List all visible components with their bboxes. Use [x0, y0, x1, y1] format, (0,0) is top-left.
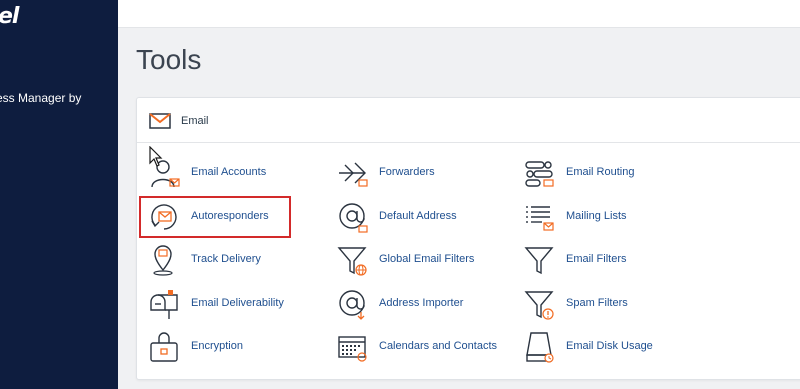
tool-label: Email Disk Usage	[566, 340, 653, 352]
tool-email-disk-usage[interactable]: Email Disk Usage	[524, 329, 664, 365]
tool-track-delivery[interactable]: Track Delivery	[149, 242, 289, 278]
tool-label: Address Importer	[379, 297, 464, 309]
mouse-cursor-icon	[149, 146, 163, 167]
calendar-icon	[338, 336, 367, 362]
at-sign-icon	[339, 203, 368, 233]
tool-email-deliverability[interactable]: Email Deliverability	[149, 286, 289, 322]
sidebar-brand-text: ess Manager by	[0, 91, 82, 105]
tool-global-email-filters[interactable]: Global Email Filters	[337, 242, 477, 278]
tool-calendars-and-contacts[interactable]: Calendars and Contacts	[337, 329, 497, 365]
tool-label: Encryption	[191, 340, 243, 352]
spam-filter-icon	[524, 291, 554, 320]
top-bar	[118, 0, 800, 28]
tool-encryption[interactable]: Encryption	[149, 329, 289, 365]
tool-label: Global Email Filters	[379, 253, 475, 265]
tool-label: Email Deliverability	[191, 297, 284, 309]
tool-default-address[interactable]: Default Address	[337, 199, 477, 235]
tool-spam-filters[interactable]: Spam Filters	[524, 286, 664, 322]
sidebar: el ess Manager by	[0, 0, 118, 389]
tool-label: Default Address	[379, 210, 457, 222]
at-import-icon	[339, 290, 365, 320]
filter-icon	[524, 247, 554, 275]
autoresponders-highlight-box	[139, 196, 291, 238]
tool-label: Spam Filters	[566, 297, 628, 309]
tool-address-importer[interactable]: Address Importer	[337, 286, 477, 322]
tool-label: Forwarders	[379, 166, 435, 178]
disk-usage-icon	[526, 332, 554, 363]
tool-email-routing[interactable]: Email Routing	[524, 155, 664, 191]
globe-filter-icon	[337, 247, 367, 276]
routing-icon	[525, 161, 554, 187]
tool-mailing-lists[interactable]: Mailing Lists	[524, 199, 664, 235]
tool-email-accounts[interactable]: Email Accounts	[149, 155, 289, 191]
tool-label: Mailing Lists	[566, 210, 627, 222]
tool-forwarders[interactable]: Forwarders	[337, 155, 477, 191]
forward-arrow-icon	[339, 162, 368, 187]
location-pin-icon	[153, 245, 173, 276]
section-title: Email	[181, 115, 209, 127]
lock-box-icon	[150, 332, 178, 362]
tool-email-filters[interactable]: Email Filters	[524, 242, 664, 278]
tool-label: Track Delivery	[191, 253, 261, 265]
page-title: Tools	[136, 44, 202, 75]
tool-label: Email Routing	[566, 166, 635, 178]
envelope-icon	[149, 113, 171, 129]
tool-label: Email Filters	[566, 253, 627, 265]
tool-label: Calendars and Contacts	[379, 340, 498, 352]
tool-label: Email Accounts	[191, 166, 267, 178]
mailbox-icon	[150, 290, 178, 319]
cpanel-logo[interactable]: el	[0, 4, 19, 29]
mailing-list-icon	[526, 206, 554, 231]
card-header[interactable]: Email	[137, 98, 800, 143]
